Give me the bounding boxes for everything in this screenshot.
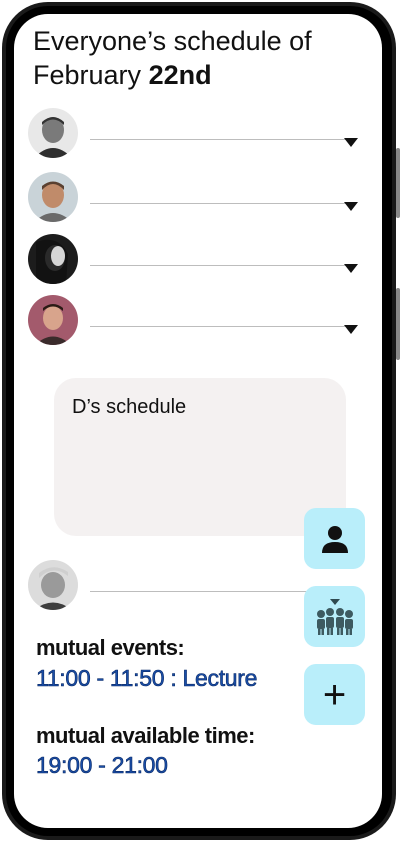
avatar	[28, 560, 78, 610]
single-person-button[interactable]	[304, 508, 365, 569]
avatar	[28, 108, 78, 158]
mutual-events-label: mutual events:	[36, 635, 185, 660]
plus-icon: +	[322, 672, 347, 717]
title-prefix: Everyone’s schedule of	[33, 26, 312, 56]
app-screen: Everyone’s schedule of February 22nd D’s…	[14, 14, 382, 828]
group-button[interactable]	[304, 586, 365, 647]
mutual-available-label: mutual available time:	[36, 723, 255, 748]
title-day: 22nd	[148, 60, 212, 90]
dropdown-arrow-icon[interactable]	[344, 138, 358, 147]
title-month: February	[33, 60, 142, 90]
avatar	[28, 172, 78, 222]
schedule-line	[90, 203, 346, 204]
person-row[interactable]	[28, 234, 358, 286]
schedule-line	[90, 265, 346, 266]
mutual-events-value: 11:00 - 11:50 : Lecture	[36, 665, 258, 692]
person-row[interactable]	[28, 295, 358, 347]
group-icon	[316, 598, 353, 635]
mutual-available-value: 19:00 - 21:00	[36, 752, 169, 779]
person-row[interactable]	[28, 108, 358, 160]
add-button[interactable]: +	[304, 664, 365, 725]
person-icon	[321, 525, 348, 553]
schedule-card: D’s schedule	[54, 378, 346, 536]
volume-button	[396, 148, 400, 218]
page-title: Everyone’s schedule of February 22nd	[33, 24, 373, 92]
schedule-card-title: D’s schedule	[72, 396, 187, 418]
schedule-line	[90, 326, 346, 327]
schedule-line	[90, 139, 346, 140]
power-button	[396, 288, 400, 360]
phone-frame: Everyone’s schedule of February 22nd D’s…	[0, 0, 400, 844]
dropdown-arrow-icon[interactable]	[344, 264, 358, 273]
dropdown-arrow-icon[interactable]	[344, 202, 358, 211]
avatar	[28, 234, 78, 284]
person-row[interactable]	[28, 172, 358, 224]
dropdown-arrow-icon[interactable]	[344, 325, 358, 334]
avatar	[28, 295, 78, 345]
